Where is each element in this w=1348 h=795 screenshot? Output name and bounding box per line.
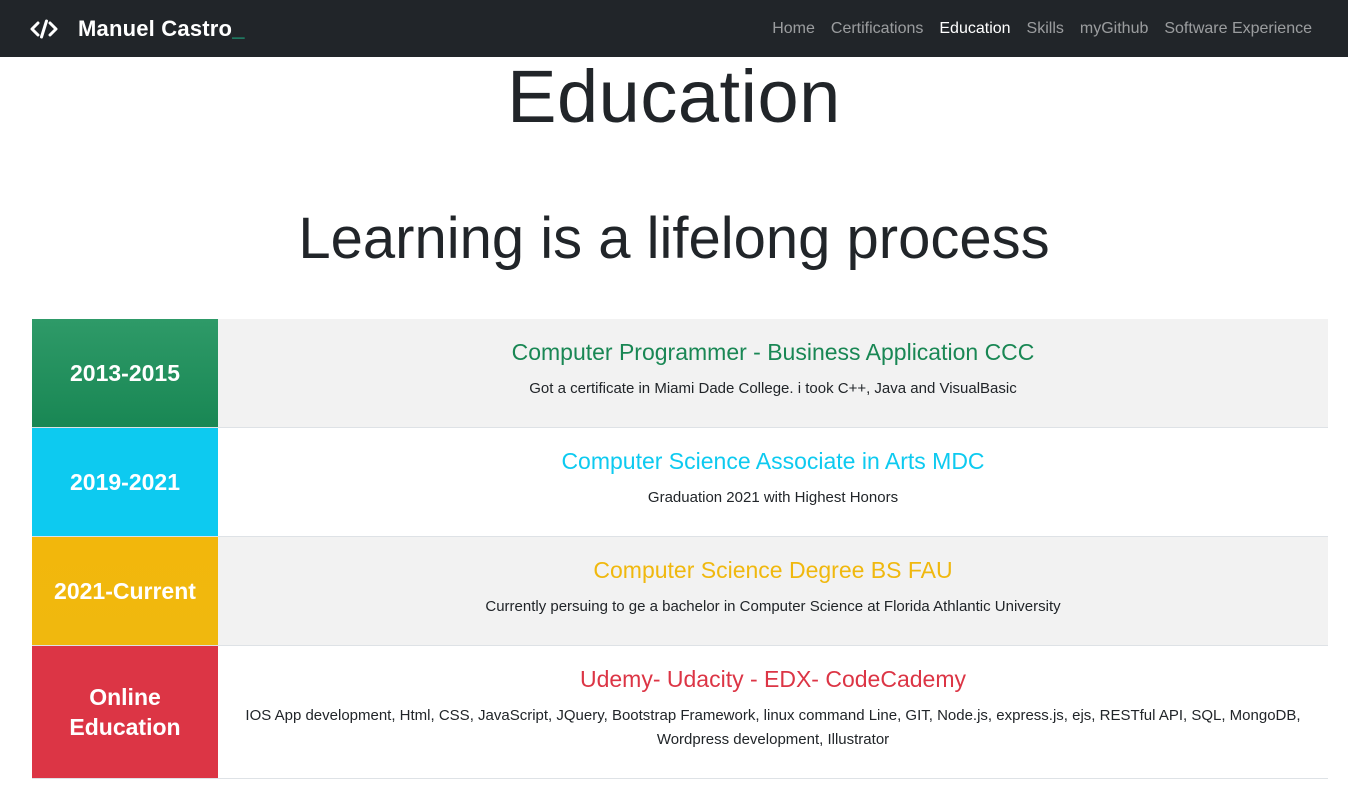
brand-cursor: _ [232,15,245,41]
nav-link-software-experience[interactable]: Software Experience [1164,20,1312,38]
education-years: Online Education [32,646,218,778]
education-description: Currently persuing to ge a bachelor in C… [485,598,1061,615]
education-details: Computer Science Degree BS FAU Currently… [218,537,1328,645]
education-title: Computer Programmer - Business Applicati… [511,339,1035,365]
education-details: Computer Science Associate in Arts MDC G… [218,428,1328,536]
nav-link-education[interactable]: Education [939,20,1010,38]
education-years: 2019-2021 [32,428,218,536]
education-row: 2013-2015 Computer Programmer - Business… [32,319,1328,428]
education-title: Computer Science Associate in Arts MDC [561,448,985,474]
education-row: 2021-Current Computer Science Degree BS … [32,537,1328,646]
education-row: 2019-2021 Computer Science Associate in … [32,428,1328,537]
education-description: IOS App development, Html, CSS, JavaScri… [245,707,1301,748]
page-title: Education [507,55,841,138]
code-icon [30,19,58,39]
nav-links: Home Certifications Education Skills myG… [756,0,1312,57]
education-details: Computer Programmer - Business Applicati… [218,319,1328,427]
education-table: 2013-2015 Computer Programmer - Business… [32,319,1328,779]
education-details: Udemy- Udacity - EDX- CodeCademy IOS App… [218,646,1328,778]
brand-name: Manuel Castro [78,15,233,41]
page-subtitle: Learning is a lifelong process [298,206,1050,271]
education-description: Got a certificate in Miami Dade College.… [529,380,1017,397]
education-title: Udemy- Udacity - EDX- CodeCademy [579,666,966,692]
brand-link[interactable]: Manuel Castro _ [30,16,244,42]
education-title: Computer Science Degree BS FAU [593,557,953,583]
nav-link-mygithub[interactable]: myGithub [1080,20,1148,38]
education-row: Online Education Udemy- Udacity - EDX- C… [32,646,1328,779]
nav-link-home[interactable]: Home [772,20,815,38]
navbar: Manuel Castro _ Home Certifications Educa… [0,0,1348,57]
education-years: 2021-Current [32,537,218,645]
education-description: Graduation 2021 with Highest Honors [647,489,899,506]
education-years: 2013-2015 [32,319,218,427]
nav-link-skills[interactable]: Skills [1027,20,1064,38]
nav-link-certifications[interactable]: Certifications [831,20,923,38]
